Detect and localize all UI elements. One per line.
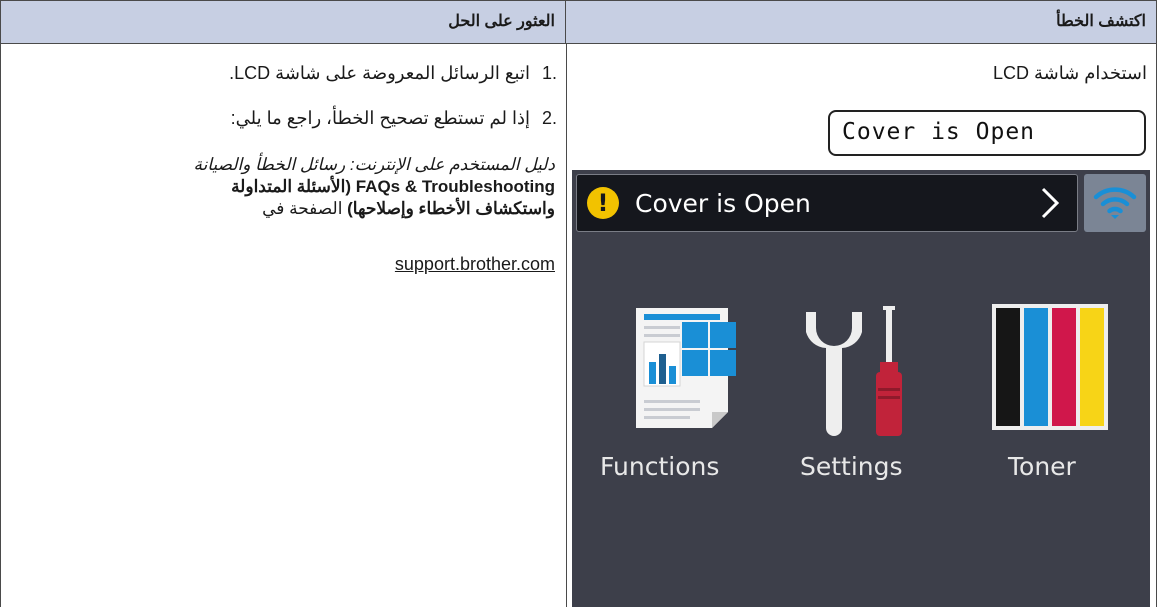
support-link[interactable]: support.brother.com (395, 254, 555, 275)
step-1: .1 اتبع الرسائل المعروضة على شاشة LCD. (229, 63, 557, 84)
table-border-left (0, 44, 1, 607)
lcd-message: Cover is Open (842, 119, 1036, 145)
error-column-header: اكتشف الخطأ (566, 0, 1157, 44)
functions-icon (636, 308, 736, 428)
faq-reference-continued: واستكشاف الأخطاء وإصلاحها) الصفحة في (115, 198, 555, 220)
step-number: .2 (541, 108, 557, 128)
solution-title: العثور على الحل (448, 13, 555, 30)
lcd-usage-label: استخدام شاشة LCD (992, 63, 1147, 83)
online-guide-reference: دليل المستخدم على الإنترنت: رسائل الخطأ … (193, 155, 555, 174)
step-text: اتبع الرسائل المعروضة على شاشة LCD. (229, 63, 530, 83)
step-number: .1 (541, 63, 557, 83)
error-title: اكتشف الخطأ (1056, 13, 1146, 30)
toner-icon (992, 304, 1108, 430)
warning-icon: ! (587, 187, 619, 219)
status-message: Cover is Open (635, 189, 811, 218)
lcd-message-box: Cover is Open (828, 110, 1146, 156)
troubleshooting-table: العثور على الحل اكتشف الخطأ .1 اتبع الرسا… (0, 0, 1157, 607)
lcd-screen: ! Cover is Open Functions Settings Toner (572, 170, 1150, 607)
settings-icon (806, 306, 902, 436)
step-text: إذا لم تستطع تصحيح الخطأ، راجع ما يلي: (230, 108, 530, 128)
functions-label: Functions (600, 452, 720, 481)
status-bar[interactable]: ! Cover is Open (576, 174, 1078, 232)
page-at-text: الصفحة في (262, 199, 348, 218)
chevron-right-icon (1041, 187, 1060, 219)
settings-label: Settings (800, 452, 903, 481)
solution-column-header: العثور على الحل (0, 0, 566, 44)
wifi-icon (1093, 187, 1137, 219)
table-border-middle (566, 44, 567, 607)
step-2: .2 إذا لم تستطع تصحيح الخطأ، راجع ما يلي: (231, 108, 557, 129)
toner-label: Toner (1008, 452, 1076, 481)
wifi-button[interactable] (1084, 174, 1146, 232)
faq-reference: FAQs & Troubleshooting (الأسئلة المتداول… (231, 177, 555, 196)
faq-reference-bold: واستكشاف الأخطاء وإصلاحها) (347, 199, 555, 218)
